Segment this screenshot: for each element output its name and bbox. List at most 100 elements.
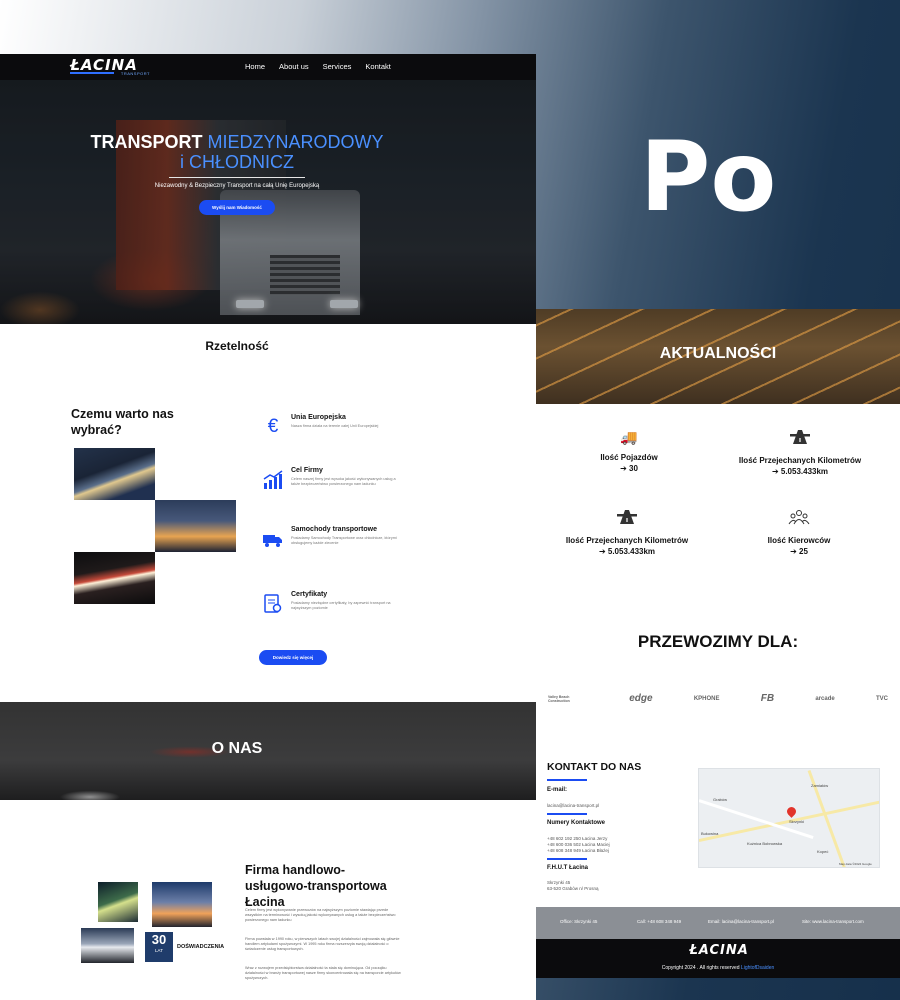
nav-home[interactable]: Home [245,62,265,71]
navbar: ŁACINA TRANSPORT Home About us Services … [0,54,536,80]
website-preview-continued: AKTUALNOŚCI 🚚 Ilość Pojazdów ➔ 30 Ilość … [536,309,900,978]
stat-value: ➔ 5.053.433km [771,467,829,476]
client-logo: FB [760,693,775,704]
map-label: Grabów [713,797,728,802]
about-banner-title: O NAS [211,740,263,757]
stat-kilometers: Ilość Przejechanych Kilometrów ➔ 5.053.4… [542,509,712,556]
brand-logo[interactable]: ŁACINA TRANSPORT [70,58,152,76]
overlay-heading: Po [640,121,777,233]
map-label: Skrzynki [789,819,805,824]
tunnel-truck-photo [98,882,138,922]
nav-contact[interactable]: Kontakt [365,62,390,71]
road-icon [542,509,712,528]
news-banner: AKTUALNOŚCI [536,309,900,404]
phones-label: Numery Kontaktowe [547,820,606,826]
chart-icon [262,469,284,491]
map-label: Zamiałów [811,783,829,788]
stat-label: Ilość Kierowców [767,536,831,545]
feature-title: Unia Europejska [291,414,346,421]
feature-desc: Celem naszej firmy jest wysoka jakość wy… [291,477,396,486]
euro-icon: € [267,416,279,437]
clients-title: PRZEWOZIMY DLA: [637,632,799,651]
feature-goal: Cel Firmy Celem naszej firmy jest wysoka… [262,467,402,507]
email-label: E-mail: [547,787,568,793]
info-email[interactable]: Email: lacina@lacina-transport.pl [708,919,774,924]
client-logo: arcade [815,695,835,702]
about-paragraph: Firma powstała w 1990 roku, w pierwszych… [245,937,400,951]
address-line: 63-520 Grabów n/ Prosną [547,886,599,891]
hero-title-white: TRANSPORT [90,132,208,152]
stat-label: Ilość Przejechanych Kilometrów [565,536,689,545]
info-bar: Office: Skrzynki 45 Call: +48 608 348 94… [536,907,900,939]
info-office: Office: Skrzynki 45 [560,919,598,924]
about-paragraph: Celem firmy jest wykonywanie przewozów n… [245,908,396,922]
stat-vehicles: 🚚 Ilość Pojazdów ➔ 30 [544,429,714,473]
years-label: LAT [155,948,163,953]
highway-night-photo [74,448,155,500]
contact-title: KONTAKT DO NAS [547,761,642,773]
location-map[interactable]: Zamiałów Grabów Skrzynki Kuźnica Bobrows… [698,768,880,868]
years-badge: 30 LAT [145,932,173,962]
light-trails-photo [74,552,155,604]
map-label: Kopeć [817,849,829,854]
stat-value: ➔ 5.053.433km [598,547,656,556]
footer: ŁACINA Copyright 2024 . All rights reser… [536,939,900,978]
feature-desc: Posiadamy Samochody Transportowe oraz ch… [291,536,397,545]
map-pin-icon[interactable] [785,805,798,818]
hero-title-blue-1: MIEDZYNARODOWY [207,132,384,152]
feature-certificates: Certyfikaty Posiadamy niezbędne certyfik… [262,591,402,631]
info-call[interactable]: Call: +48 608 348 949 [637,919,681,924]
truck-fast-icon: 🚚 [620,429,638,445]
feature-desc: Posiadamy niezbędne certyfikaty, by zape… [291,601,391,610]
hero-title: TRANSPORT MIEDZYNARODOWY i CHŁODNICZ [0,132,474,172]
drivers-icon [714,509,884,528]
company-name: F.H.U.T Łacina [547,865,589,871]
feature-desc: Nasza firma działa na terenie całej Unii… [291,424,379,428]
client-logo: edge [629,693,653,704]
phone-number[interactable]: +48 608 348 949 Łacina Błażej [547,848,677,854]
footer-logo[interactable]: ŁACINA [684,943,754,958]
hero-divider [169,177,305,178]
company-title: Firma handlowo-usługowo-transportowa Łac… [245,863,387,909]
hero-title-blue-2: i CHŁODNICZ [179,152,294,172]
truck-icon [262,528,284,550]
map-label: Kuźnica Bobrowska [747,841,783,846]
learn-more-button[interactable]: Dowiedz się więcej [259,650,327,665]
feature-title: Samochody transportowe [291,526,377,533]
client-logo: TVC [875,695,888,702]
info-site[interactable]: Site: www.lacina-transport.com [802,919,864,924]
about-paragraph: Wraz z rozwojem przedsiębiorstwa działal… [245,966,401,980]
contact-email[interactable]: lacina@lacina-transport.pl [547,803,677,809]
feature-vehicles: Samochody transportowe Posiadamy Samocho… [262,526,402,566]
hero-subtitle: Niezawodny & Bezpieczny Transport na cał… [154,183,320,189]
years-number: 30 [151,932,167,947]
stat-label: Ilość Pojazdów [600,453,658,462]
stat-drivers: Ilość Kierowców ➔ 25 [714,509,884,556]
nav-services[interactable]: Services [323,62,352,71]
contact-divider [547,858,587,860]
copyright-text: Copyright 2024 . All rights reserved [661,965,741,971]
client-logo: KPHONE [693,695,720,702]
stat-kilometers: Ilość Przejechanych Kilometrów ➔ 5.053.4… [714,429,886,476]
logo-subtext: TRANSPORT [120,71,150,76]
news-title: AKTUALNOŚCI [659,345,777,362]
about-banner: O NAS [0,702,536,800]
logo-underline [70,72,114,74]
contact-divider [547,813,587,815]
fleet-photo [81,928,134,963]
client-logo: Valley Beach Construction [548,694,570,703]
road-icon [714,429,886,448]
nav-about[interactable]: About us [279,62,309,71]
footer-copyright: Copyright 2024 . All rights reserved Lig… [536,965,900,971]
hero-section: TRANSPORT MIEDZYNARODOWY i CHŁODNICZ Nie… [0,80,536,324]
sunset-truck-photo [152,882,212,927]
feature-title: Certyfikaty [291,591,328,598]
feature-title: Cel Firmy [291,467,323,474]
nav-links: Home About us Services Kontakt [245,62,391,71]
client-logos: Valley Beach Construction edge KPHONE FB… [548,693,888,704]
author-link[interactable]: LightofDsaiden [741,965,774,971]
certificate-icon [262,593,284,615]
stat-value: ➔ 25 [790,547,808,556]
send-message-button[interactable]: Wyślij nam Wiadomość [199,200,275,215]
city-night-photo [155,500,236,552]
